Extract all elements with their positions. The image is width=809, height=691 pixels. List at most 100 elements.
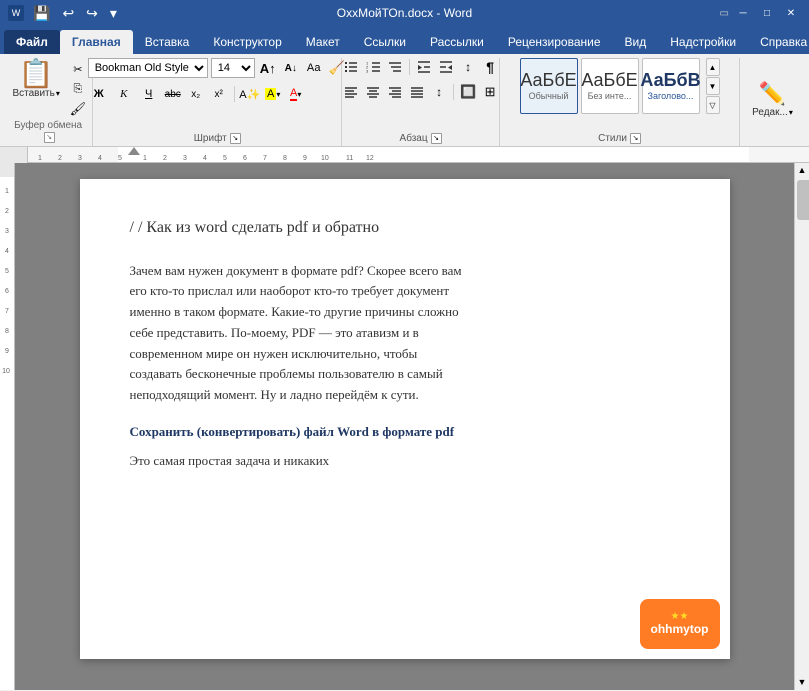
paste-dropdown-arrow[interactable]: ▾: [56, 89, 60, 98]
document-body1: Зачем вам нужен документ в формате pdf? …: [130, 261, 470, 407]
subscript-button[interactable]: x₂: [186, 85, 206, 103]
paste-button[interactable]: 📋 Вставить ▾: [8, 58, 63, 101]
font-color-button[interactable]: А▾: [286, 85, 306, 103]
decrease-font-button[interactable]: A↓: [281, 59, 301, 77]
increase-indent-button[interactable]: [436, 58, 456, 76]
decrease-indent-button[interactable]: [414, 58, 434, 76]
styles-scroll-btns: ▲ ▼ ▽: [706, 58, 720, 114]
tab-design[interactable]: Конструктор: [201, 30, 293, 54]
clipboard-expand[interactable]: ↘: [44, 132, 55, 143]
paragraph-row1: 123 ↕ ¶: [341, 58, 500, 76]
editing-dropdown-arrow[interactable]: ▾: [789, 108, 793, 117]
tab-home[interactable]: Главная: [60, 30, 133, 54]
line-spacing-button[interactable]: ↕: [429, 83, 449, 101]
tab-layout[interactable]: Макет: [294, 30, 352, 54]
document-section-title: Сохранить (конвертировать) файл Word в ф…: [130, 422, 470, 443]
copy-button[interactable]: ⎘: [68, 80, 88, 98]
svg-text:1: 1: [38, 155, 42, 162]
tab-addins[interactable]: Надстройки: [658, 30, 748, 54]
multilevel-list-button[interactable]: [385, 58, 405, 76]
shading-button[interactable]: 🔲: [458, 83, 478, 101]
scrollbar-down-button[interactable]: ▼: [795, 675, 809, 690]
close-button[interactable]: ✕: [781, 3, 801, 23]
svg-text:3: 3: [183, 155, 187, 162]
styles-more[interactable]: ▽: [706, 96, 720, 114]
minimize-button[interactable]: ─: [733, 3, 753, 23]
style-noformat[interactable]: АаБбЕ Без инте...: [581, 58, 639, 114]
font-name-select[interactable]: Bookman Old Style: [88, 58, 208, 78]
italic-button[interactable]: К: [113, 85, 135, 103]
document-area[interactable]: / / Как из word сделать pdf и обратно За…: [15, 163, 794, 690]
font-size-select[interactable]: 14: [211, 58, 255, 78]
styles-scroll-up[interactable]: ▲: [706, 58, 720, 76]
justify-button[interactable]: [407, 83, 427, 101]
window-title: OxxМойТОn.docx - Word: [337, 6, 472, 20]
editing-label-row: Редак... ▾: [752, 107, 793, 118]
show-marks-button[interactable]: ¶: [480, 58, 500, 76]
format-painter-button[interactable]: 🖌: [68, 100, 88, 118]
align-center-button[interactable]: [363, 83, 383, 101]
ribbon: 📋 Вставить ▾ ✂ ⎘ 🖌 Буфер обмена ↘ Bookma…: [0, 54, 809, 147]
svg-text:7: 7: [5, 308, 9, 315]
ruler-container: 1 2 3 4 5 1 2 3 4 5 6 7 8 9 10 11 12: [0, 147, 809, 163]
underline-button[interactable]: Ч: [138, 85, 160, 103]
svg-text:1: 1: [5, 188, 9, 195]
styles-content: АаБбЕ Обычный АаБбЕ Без инте... АаБбВ За…: [520, 58, 720, 131]
highlight-button[interactable]: А▾: [263, 85, 283, 103]
tab-insert[interactable]: Вставка: [133, 30, 202, 54]
cut-button[interactable]: ✂: [68, 60, 88, 78]
svg-text:10: 10: [321, 155, 329, 162]
tab-view[interactable]: Вид: [613, 30, 659, 54]
tab-file[interactable]: Файл: [4, 30, 60, 54]
para-divider1: [409, 59, 410, 75]
align-right-button[interactable]: [385, 83, 405, 101]
font-content: Bookman Old Style 14 A↑ A↓ Аа 🧹 Ж К Ч ab…: [88, 58, 347, 131]
strikethrough-button[interactable]: abc: [163, 85, 183, 103]
superscript-button[interactable]: x²: [209, 85, 229, 103]
tab-references[interactable]: Ссылки: [352, 30, 418, 54]
redo-quickaccess[interactable]: ↪: [83, 5, 101, 22]
tab-help[interactable]: Справка: [748, 30, 809, 54]
paragraph-label-row: Абзац ↘: [400, 131, 442, 146]
clipboard-label: Буфер обмена ↘: [10, 118, 86, 146]
bullet-list-button[interactable]: [341, 58, 361, 76]
save-quickaccess[interactable]: 💾: [30, 5, 53, 22]
borders-button[interactable]: ⊞: [480, 83, 500, 101]
font-label-row: Шрифт ↘: [194, 131, 241, 146]
increase-font-button[interactable]: A↑: [258, 59, 278, 77]
right-scrollbar[interactable]: ▲ ▼: [794, 163, 809, 690]
align-left-button[interactable]: [341, 83, 361, 101]
bold-button[interactable]: Ж: [88, 85, 110, 103]
style-heading[interactable]: АаБбВ Заголово...: [642, 58, 700, 114]
style-noformat-name: Без инте...: [588, 91, 632, 101]
text-effects-button[interactable]: A✨: [240, 85, 260, 103]
font-expand[interactable]: ↘: [230, 133, 241, 144]
tab-mailings[interactable]: Рассылки: [418, 30, 496, 54]
editing-button[interactable]: ✏️ Редак... ▾: [748, 77, 797, 122]
svg-text:12: 12: [366, 155, 374, 162]
svg-text:10: 10: [2, 368, 10, 375]
sort-button[interactable]: ↕: [458, 58, 478, 76]
divider: [234, 86, 235, 102]
watermark-stars: ★★: [671, 611, 689, 622]
tab-review[interactable]: Рецензирование: [496, 30, 613, 54]
scrollbar-up-button[interactable]: ▲: [795, 163, 809, 178]
svg-text:3: 3: [78, 155, 82, 162]
styles-expand[interactable]: ↘: [630, 133, 641, 144]
paragraph-expand[interactable]: ↘: [431, 133, 442, 144]
editing-icon: ✏️: [759, 81, 786, 107]
scrollbar-track[interactable]: [795, 222, 809, 675]
scrollbar-thumb[interactable]: [797, 180, 809, 220]
maximize-button[interactable]: □: [757, 3, 777, 23]
vertical-ruler: 1 2 3 4 5 6 7 8 9 10: [0, 163, 15, 690]
styles-scroll-down[interactable]: ▼: [706, 77, 720, 95]
more-quickaccess[interactable]: ▾: [107, 5, 120, 22]
style-normal[interactable]: АаБбЕ Обычный: [520, 58, 578, 114]
undo-quickaccess[interactable]: ↩: [59, 5, 77, 22]
change-case-button[interactable]: Аа: [304, 59, 324, 77]
numbered-list-button[interactable]: 123: [363, 58, 383, 76]
font-label: Шрифт: [194, 133, 227, 144]
paragraph-row2: ↕ 🔲 ⊞: [341, 83, 500, 101]
watermark-text: ohhmytop: [651, 622, 709, 636]
ribbon-display-btn[interactable]: ▭: [720, 8, 729, 19]
